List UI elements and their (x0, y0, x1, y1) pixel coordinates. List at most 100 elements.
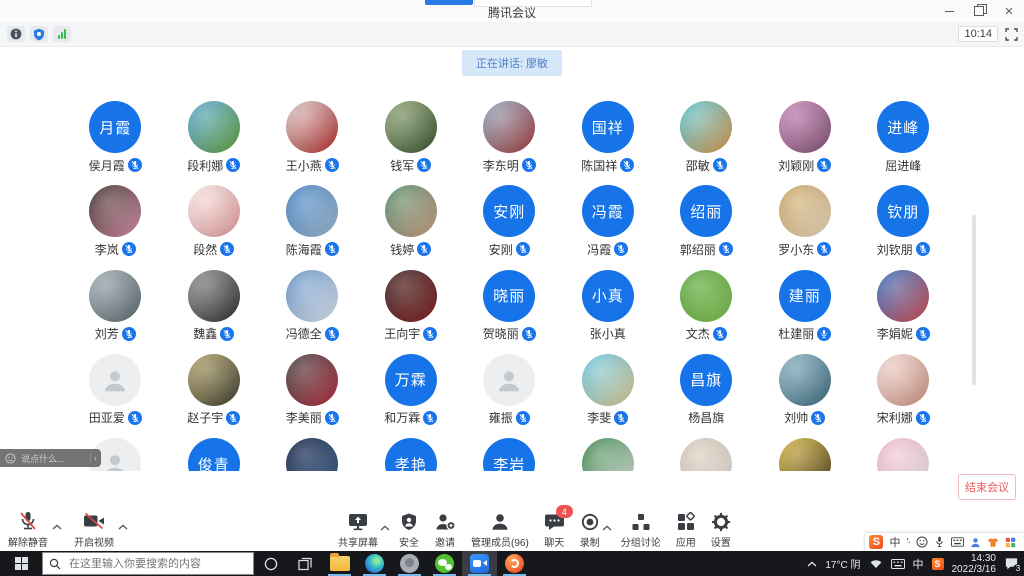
record-button[interactable]: 录制 (580, 510, 600, 549)
start-button[interactable] (0, 551, 42, 576)
settings-button[interactable]: 设置 (711, 510, 731, 549)
participant-cell[interactable]: 昌旗 杨昌旗 (657, 348, 756, 432)
participant-cell[interactable]: 进峰 屈进峰 (854, 95, 953, 179)
task-view-button[interactable] (288, 551, 322, 576)
end-meeting-button[interactable]: 结束会议 (958, 474, 1016, 500)
ime-punctuation-icon[interactable]: ’· (906, 537, 910, 548)
participant-cell[interactable]: 宋利娜 (854, 348, 953, 432)
breakout-button[interactable]: 分组讨论 (621, 510, 661, 549)
taskbar-clock[interactable]: 14:30 2022/3/16 (952, 553, 997, 575)
participant-cell[interactable]: 钦朋 刘钦朋 (854, 179, 953, 263)
chat-quickbar[interactable]: 说点什么... ‹ (0, 449, 101, 467)
ime-account-icon[interactable] (970, 537, 981, 548)
search-input[interactable] (67, 557, 241, 571)
participant-cell[interactable]: 李东明 (460, 95, 559, 179)
participant-cell[interactable]: 月霞 侯月霞 (66, 95, 165, 179)
participant-cell[interactable]: 冯霞 冯霞 (559, 179, 658, 263)
ime-toolbox-icon[interactable] (1005, 537, 1016, 548)
participant-cell[interactable]: 刘颖刚 (756, 95, 855, 179)
participant-cell[interactable]: 李岚 (66, 179, 165, 263)
touch-keyboard-icon[interactable] (891, 559, 905, 569)
cortana-button[interactable] (254, 551, 288, 576)
manage-members-button[interactable]: 管理成员(96) (471, 510, 529, 549)
participant-cell[interactable]: 安刚 安刚 (460, 179, 559, 263)
ime-voice-icon[interactable] (934, 536, 945, 548)
participant-cell[interactable]: 万霖 和万霖 (362, 348, 461, 432)
screen-share-button[interactable]: 共享屏幕 (338, 510, 378, 549)
unmute-button[interactable]: 解除静音 (8, 510, 48, 549)
participant-cell[interactable]: 文杰 (657, 264, 756, 348)
participant-cell[interactable]: 晓丽 贺晓丽 (460, 264, 559, 348)
close-button[interactable]: ✕ (994, 0, 1024, 22)
participant-cell[interactable]: 赵子宇 (165, 348, 264, 432)
participant-cell[interactable]: 李斐 (559, 348, 658, 432)
fullscreen-icon[interactable] (1005, 28, 1018, 41)
apps-button[interactable]: 应用 (676, 510, 696, 549)
hidden-icons-chevron[interactable] (807, 561, 817, 567)
record-caret[interactable] (602, 518, 612, 536)
taskbar-app-photos[interactable] (392, 551, 427, 576)
participant-cell[interactable]: 段然 (165, 179, 264, 263)
participant-cell[interactable]: 李岩 (460, 432, 559, 471)
participant-cell[interactable]: 小真 张小真 (559, 264, 658, 348)
participant-cell[interactable] (756, 432, 855, 471)
ime-indicator[interactable]: 中 (913, 556, 924, 572)
participant-cell[interactable]: 俊青 (165, 432, 264, 471)
participant-cell[interactable]: 钱军 (362, 95, 461, 179)
start-video-button[interactable]: 开启视频 (74, 510, 114, 549)
ime-mode-chinese[interactable]: 中 (889, 534, 900, 550)
screen-share-caret[interactable] (380, 518, 390, 536)
emoji-icon[interactable] (5, 453, 16, 464)
participant-cell[interactable]: 陈海霞 (263, 179, 362, 263)
ime-keyboard-icon[interactable] (951, 537, 964, 547)
chat-input-placeholder[interactable]: 说点什么... (21, 452, 87, 465)
taskbar-app-wechat[interactable] (427, 551, 462, 576)
ime-toolbar[interactable]: S 中 ’· (865, 533, 1024, 551)
action-center-button[interactable]: 3 (1004, 556, 1020, 572)
participant-cell[interactable]: 段利娜 (165, 95, 264, 179)
participant-cell[interactable]: 雍振 (460, 348, 559, 432)
taskbar-search[interactable] (42, 552, 254, 575)
wifi-icon[interactable] (869, 558, 883, 569)
participant-cell[interactable] (657, 432, 756, 471)
participant-cell[interactable]: 绍丽 郭绍丽 (657, 179, 756, 263)
participant-cell[interactable]: 田亚爱 (66, 348, 165, 432)
ime-emoji-icon[interactable] (916, 536, 928, 548)
meeting-info-button[interactable] (7, 26, 25, 42)
participant-cell[interactable]: 冯德全 (263, 264, 362, 348)
taskbar-app-tencent-meeting[interactable] (462, 551, 497, 576)
participant-cell[interactable]: 刘芳 (66, 264, 165, 348)
participant-cell[interactable]: 建丽 杜建丽 (756, 264, 855, 348)
taskbar-app-file-explorer[interactable] (322, 551, 357, 576)
participant-cell[interactable]: 刘帅 (756, 348, 855, 432)
grid-scrollbar[interactable] (972, 215, 976, 385)
participant-cell[interactable]: 孝艳 (362, 432, 461, 471)
minimize-button[interactable] (934, 0, 964, 22)
network-quality-button[interactable] (53, 26, 71, 42)
participant-cell[interactable]: 国祥 陈国祥 (559, 95, 658, 179)
participant-cell[interactable]: 罗小东 (756, 179, 855, 263)
participant-cell[interactable]: 李美丽 (263, 348, 362, 432)
invite-button[interactable]: 邀请 (434, 510, 456, 549)
participant-cell[interactable] (263, 432, 362, 471)
meeting-security-button[interactable] (30, 26, 48, 42)
taskbar-app-edge[interactable] (357, 551, 392, 576)
participant-cell[interactable]: 邵敏 (657, 95, 756, 179)
participant-cell[interactable] (559, 432, 658, 471)
security-button[interactable]: 安全 (399, 510, 419, 549)
participant-cell[interactable]: 王向宇 (362, 264, 461, 348)
participant-cell[interactable]: 钱婷 (362, 179, 461, 263)
sogou-logo-icon[interactable]: S (869, 535, 883, 549)
weather-widget[interactable]: 17°C 阴 (825, 556, 860, 571)
video-options-caret[interactable] (118, 517, 128, 535)
participant-cell[interactable]: 王小燕 (263, 95, 362, 179)
chat-button[interactable]: 4 聊天 (544, 510, 565, 549)
view-tab-active[interactable] (425, 0, 473, 5)
ime-skin-icon[interactable] (987, 537, 999, 548)
mic-options-caret[interactable] (52, 517, 62, 535)
participant-cell[interactable]: 李娟妮 (854, 264, 953, 348)
participant-cell[interactable] (854, 432, 953, 471)
participant-cell[interactable]: 魏鑫 (165, 264, 264, 348)
collapse-icon[interactable]: ‹ (94, 453, 97, 463)
sogou-tray-icon[interactable]: S (932, 558, 944, 570)
